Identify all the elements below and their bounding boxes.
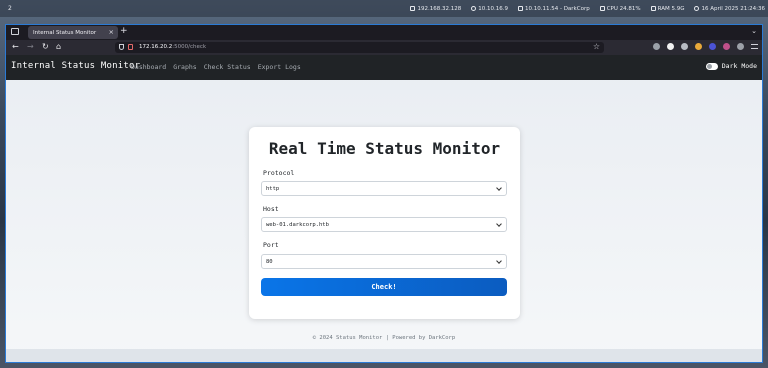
nav-graphs[interactable]: Graphs [173,63,196,71]
tab-internal-status-monitor[interactable]: Internal Status Monitor × [28,26,118,39]
new-tab-button[interactable]: + [120,26,128,36]
target-status-text: 10.10.11.54 - DarkCorp [524,5,590,12]
foxyproxy-icon[interactable] [723,43,730,50]
vpn-icon [471,6,477,11]
chevron-down-icon [496,185,502,191]
port-label: Port [263,241,279,249]
url-path: :5000/check [172,44,207,50]
home-button[interactable]: ⌂ [56,42,61,51]
host-value: web-01.darkcorp.htb [266,221,329,228]
extensions-area [653,43,758,50]
url-bar[interactable]: 172.16.20.2:5000/check ☆ [115,42,604,53]
page-footer: © 2024 Status Monitor | Powered by DarkC… [312,335,456,341]
insecure-lock-icon[interactable] [128,44,133,50]
url-host: 172.16.20.2 [139,44,173,50]
wappalyzer-icon[interactable] [709,43,716,50]
nav-check-status[interactable]: Check Status [204,63,251,71]
dark-mode-toggle[interactable]: Dark Mode [705,62,757,70]
network-status-text: 192.168.32.128 [417,5,462,12]
clock-status-text: 16 April 2025 21:24:36 [701,5,765,12]
back-button[interactable]: ← [12,42,19,51]
status-check-card: Real Time Status Monitor Protocol http H… [249,127,520,319]
app-navbar: Internal Status Monitor Dashboard Graphs… [6,55,762,80]
network-status: 192.168.32.128 [410,6,461,12]
tab-list-icon[interactable] [11,28,19,35]
network-icon [410,6,416,11]
protocol-label: Protocol [263,169,295,177]
clock-icon [694,6,700,11]
ram-status: RAM 5.9G [650,5,685,12]
close-icon[interactable]: × [109,28,114,36]
browser-toolbar: ← → ↻ ⌂ 172.16.20.2:5000/check ☆ [6,40,762,55]
bookmark-star-icon[interactable]: ☆ [593,42,600,51]
nav-dashboard[interactable]: Dashboard [131,63,166,71]
forward-button[interactable]: → [27,42,34,51]
web-page: Internal Status Monitor Dashboard Graphs… [6,55,762,362]
vpn-status-text: 10.10.16.9 [478,5,508,12]
tab-title: Internal Status Monitor [33,29,97,36]
tab-bar: Internal Status Monitor × + ⌄ [6,25,762,40]
chevron-down-icon [496,221,502,227]
host-select[interactable]: web-01.darkcorp.htb [261,217,507,232]
port-value: 80 [266,258,273,265]
host-label: Host [263,205,279,213]
reload-button[interactable]: ↻ [42,42,49,51]
vpn-status: 10.10.16.9 [471,6,508,12]
cpu-status: CPU 24.81% [599,5,641,12]
chevron-down-icon[interactable]: ⌄ [751,27,757,35]
check-button[interactable]: Check! [261,278,507,296]
os-status-items: 192.168.32.128 10.10.16.9 10.10.11.54 - … [410,0,765,17]
cpu-status-text: CPU 24.81% [606,5,641,12]
chevron-down-icon [496,258,502,264]
shield-icon[interactable] [119,44,124,50]
page-title: Real Time Status Monitor [268,139,501,158]
account-icon[interactable] [667,43,674,50]
target-icon [517,6,523,11]
pocket-icon[interactable] [653,43,660,50]
browser-window: Internal Status Monitor × + ⌄ ← → ↻ ⌂ 17… [5,24,763,363]
port-select[interactable]: 80 [261,254,507,269]
brand-title[interactable]: Internal Status Monitor [11,61,140,71]
protocol-value: http [266,185,280,192]
settings-icon[interactable] [737,43,744,50]
cpu-icon [599,6,605,11]
extensions-icon[interactable] [681,43,688,50]
protocol-select[interactable]: http [261,181,507,196]
nav-links: Dashboard Graphs Check Status Export Log… [131,63,301,71]
os-top-bar: 2 192.168.32.128 10.10.16.9 10.10.11.54 … [0,0,768,17]
dark-mode-label: Dark Mode [721,62,757,70]
menu-icon[interactable] [751,44,758,49]
ram-icon [650,6,656,11]
target-status: 10.10.11.54 - DarkCorp [517,5,590,12]
cookie-extension-icon[interactable] [695,43,702,50]
footer-band [6,349,762,362]
nav-export-logs[interactable]: Export Logs [258,63,301,71]
dark-mode-switch[interactable] [705,62,718,70]
workspace-indicator[interactable]: 2 [8,5,12,12]
ram-status-text: RAM 5.9G [657,5,685,12]
clock-status: 16 April 2025 21:24:36 [694,6,765,12]
url-text[interactable]: 172.16.20.2:5000/check [139,44,206,50]
